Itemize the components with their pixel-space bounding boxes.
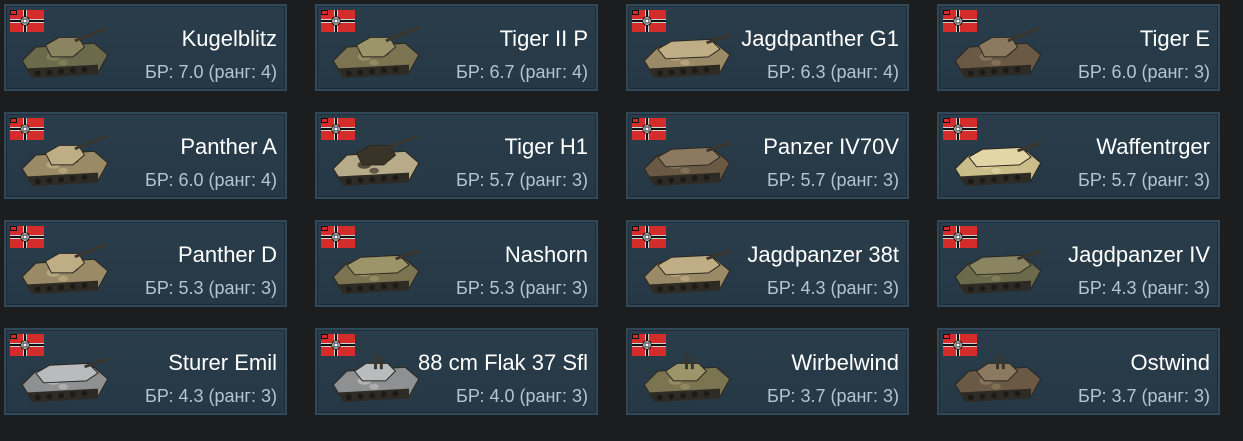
german-war-flag-icon (943, 10, 977, 32)
vehicle-battle-rating: БР: 6.0 (ранг: 3) (1078, 62, 1210, 82)
vehicle-battle-rating: БР: 5.7 (ранг: 3) (1078, 170, 1210, 190)
vehicle-battle-rating: БР: 3.7 (ранг: 3) (1078, 386, 1210, 406)
vehicle-card[interactable]: Waffentrger БР: 5.7 (ранг: 3) (937, 112, 1220, 199)
vehicle-card[interactable]: Jagdpanzer IV БР: 4.3 (ранг: 3) (937, 220, 1220, 307)
german-war-flag-icon (321, 118, 355, 140)
german-war-flag-icon (632, 118, 666, 140)
vehicle-battle-rating: БР: 3.7 (ранг: 3) (767, 386, 899, 406)
vehicle-battle-rating: БР: 5.7 (ранг: 3) (456, 170, 588, 190)
vehicle-name: Panzer IV70V (763, 134, 899, 159)
vehicle-card[interactable]: Kugelblitz БР: 7.0 (ранг: 4) (4, 4, 287, 91)
vehicle-card[interactable]: Tiger II P БР: 6.7 (ранг: 4) (315, 4, 598, 91)
vehicle-name: Jagdpanther G1 (741, 26, 899, 51)
vehicle-battle-rating: БР: 6.3 (ранг: 4) (767, 62, 899, 82)
vehicle-battle-rating: БР: 4.3 (ранг: 3) (145, 386, 277, 406)
german-war-flag-icon (10, 334, 44, 356)
vehicle-card[interactable]: Nashorn БР: 5.3 (ранг: 3) (315, 220, 598, 307)
vehicle-battle-rating: БР: 5.3 (ранг: 3) (456, 278, 588, 298)
vehicle-name: Panther A (180, 134, 277, 159)
vehicle-name: Tiger H1 (504, 134, 588, 159)
vehicle-name: Nashorn (504, 242, 588, 267)
vehicle-grid: Kugelblitz БР: 7.0 (ранг: 4) Tiger II P БР… (0, 0, 1243, 441)
vehicle-card[interactable]: Panther D БР: 5.3 (ранг: 3) (4, 220, 287, 307)
vehicle-card[interactable]: Jagdpanzer 38t БР: 4.3 (ранг: 3) (626, 220, 909, 307)
german-war-flag-icon (321, 10, 355, 32)
vehicle-battle-rating: БР: 6.7 (ранг: 4) (456, 62, 588, 82)
german-war-flag-icon (321, 226, 355, 248)
vehicle-card[interactable]: 88 cm Flak 37 Sfl БР: 4.0 (ранг: 3) (315, 328, 598, 415)
vehicle-name: Tiger II P (499, 26, 588, 51)
german-war-flag-icon (10, 10, 44, 32)
vehicle-name: Kugelblitz (181, 26, 277, 51)
vehicle-name: Jagdpanzer 38t (747, 242, 899, 267)
vehicle-card[interactable]: Tiger E БР: 6.0 (ранг: 3) (937, 4, 1220, 91)
german-war-flag-icon (943, 226, 977, 248)
german-war-flag-icon (632, 334, 666, 356)
vehicle-name: Ostwind (1130, 350, 1210, 375)
vehicle-card[interactable]: Sturer Emil БР: 4.3 (ранг: 3) (4, 328, 287, 415)
vehicle-card[interactable]: Panther A БР: 6.0 (ранг: 4) (4, 112, 287, 199)
vehicle-battle-rating: БР: 5.3 (ранг: 3) (145, 278, 277, 298)
vehicle-name: Jagdpanzer IV (1068, 242, 1210, 267)
vehicle-battle-rating: БР: 7.0 (ранг: 4) (145, 62, 277, 82)
vehicle-card[interactable]: Ostwind БР: 3.7 (ранг: 3) (937, 328, 1220, 415)
german-war-flag-icon (321, 334, 355, 356)
vehicle-card[interactable]: Tiger H1 БР: 5.7 (ранг: 3) (315, 112, 598, 199)
vehicle-name: Wirbelwind (791, 350, 899, 375)
vehicle-name: Waffentrger (1096, 134, 1210, 159)
vehicle-battle-rating: БР: 4.0 (ранг: 3) (456, 386, 588, 406)
vehicle-name: Sturer Emil (168, 350, 277, 375)
vehicle-name: Panther D (177, 242, 277, 267)
vehicle-card[interactable]: Panzer IV70V БР: 5.7 (ранг: 3) (626, 112, 909, 199)
german-war-flag-icon (10, 118, 44, 140)
vehicle-battle-rating: БР: 4.3 (ранг: 3) (767, 278, 899, 298)
vehicle-battle-rating: БР: 5.7 (ранг: 3) (767, 170, 899, 190)
german-war-flag-icon (10, 226, 44, 248)
german-war-flag-icon (632, 226, 666, 248)
vehicle-battle-rating: БР: 4.3 (ранг: 3) (1078, 278, 1210, 298)
vehicle-name: Tiger E (1139, 26, 1210, 51)
vehicle-card[interactable]: Wirbelwind БР: 3.7 (ранг: 3) (626, 328, 909, 415)
vehicle-battle-rating: БР: 6.0 (ранг: 4) (145, 170, 277, 190)
german-war-flag-icon (632, 10, 666, 32)
german-war-flag-icon (943, 334, 977, 356)
vehicle-card[interactable]: Jagdpanther G1 БР: 6.3 (ранг: 4) (626, 4, 909, 91)
german-war-flag-icon (943, 118, 977, 140)
vehicle-name: 88 cm Flak 37 Sfl (418, 350, 588, 375)
